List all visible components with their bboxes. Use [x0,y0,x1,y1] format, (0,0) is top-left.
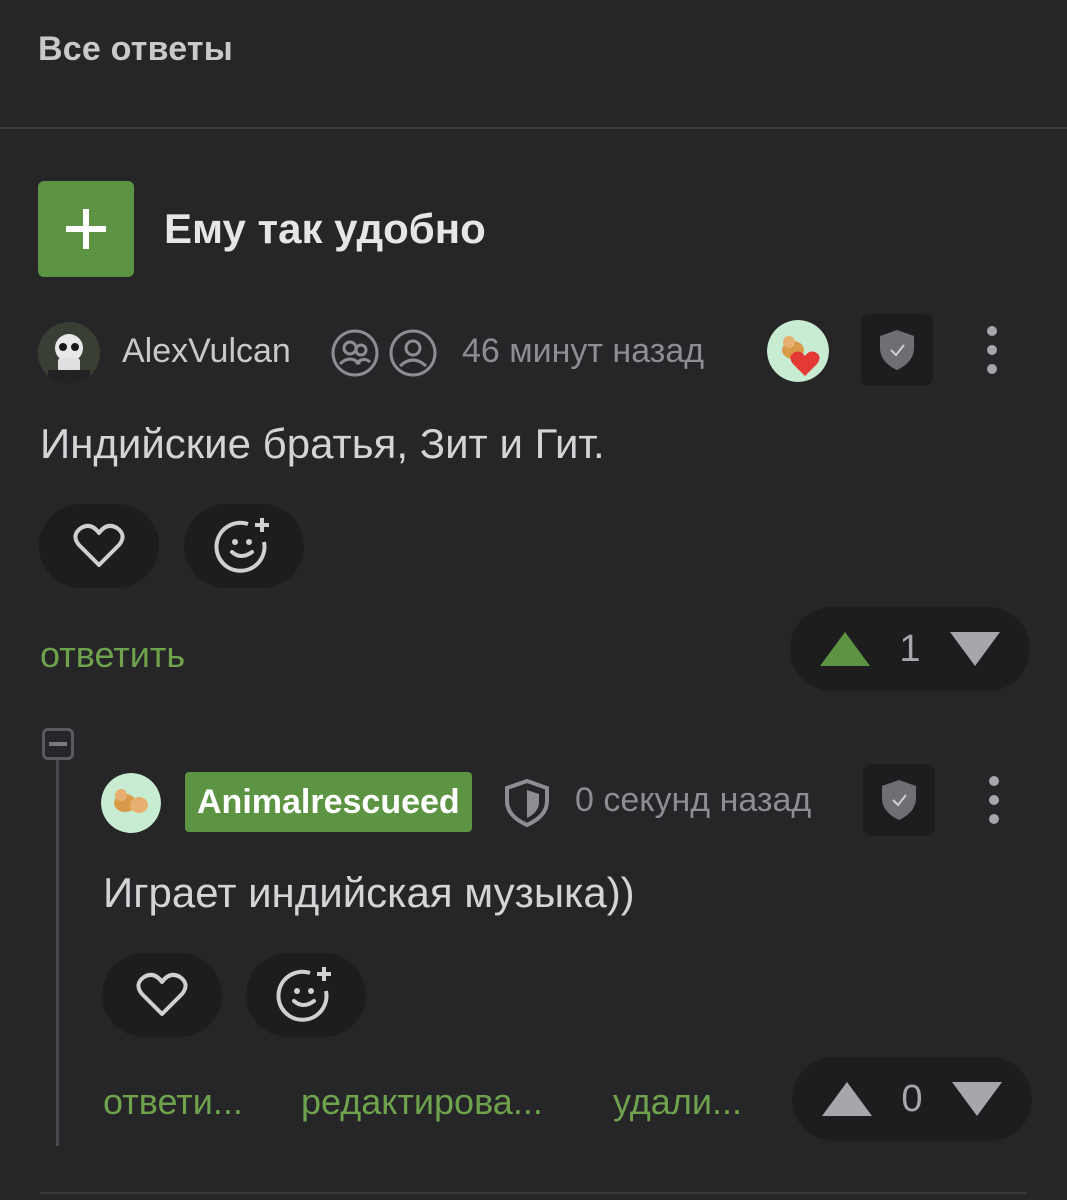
like-button[interactable] [39,504,159,588]
comment-username[interactable]: AlexVulcan [122,332,291,371]
upvote-icon[interactable] [818,630,872,668]
moderation-shield-button[interactable] [863,764,935,836]
subscribers-icon[interactable] [330,328,380,383]
shield-check-icon [882,780,916,820]
page-title: Все ответы [38,30,233,68]
skull-avatar-icon [38,322,100,384]
comment-timestamp: 0 секунд назад [575,781,812,819]
like-button[interactable] [102,953,222,1037]
animal-logo-icon [767,320,829,382]
collapse-thread-button[interactable] [42,728,74,760]
plus-icon [66,209,106,249]
emoji-add-icon [276,967,331,1022]
thread-title: Ему так удобно [164,205,486,252]
reply-link[interactable]: ответи... [103,1081,243,1123]
comment-text: Индийские братья, Зит и Гит. [40,420,605,467]
avatar[interactable] [38,322,100,384]
add-reaction-button[interactable] [246,953,366,1037]
thread-line[interactable] [56,760,59,1146]
heart-icon [136,972,188,1016]
more-menu-button[interactable] [984,776,1004,824]
more-menu-button[interactable] [982,326,1002,374]
vote-count: 1 [899,627,921,670]
shield-check-icon [880,330,914,370]
reply-link[interactable]: ответить [40,634,185,676]
add-reaction-button[interactable] [184,504,304,588]
moderation-shield-button[interactable] [861,314,933,386]
comment-text: Играет индийская музыка)) [103,869,635,916]
shield-outline-icon [503,778,551,833]
emoji-add-icon [214,518,269,573]
thread-expand-button[interactable] [38,181,134,277]
animal-logo-icon [101,773,161,833]
heart-icon [73,523,125,567]
delete-link[interactable]: удали... [613,1081,742,1123]
minus-icon [49,742,67,746]
comment-username-badge[interactable]: Animalrescueed [185,772,472,832]
downvote-icon[interactable] [950,1080,1004,1118]
comment-timestamp: 46 минут назад [462,332,705,370]
header-divider [0,127,1067,129]
vote-count: 0 [901,1077,923,1120]
user-profile-icon[interactable] [388,328,438,383]
vote-control: 0 [792,1057,1032,1141]
author-avatar-with-heart[interactable] [767,320,829,382]
upvote-icon[interactable] [820,1080,874,1118]
avatar[interactable] [101,773,161,833]
bottom-divider [40,1192,1027,1194]
edit-link[interactable]: редактирова... [301,1081,543,1123]
downvote-icon[interactable] [948,630,1002,668]
vote-control: 1 [790,607,1030,691]
